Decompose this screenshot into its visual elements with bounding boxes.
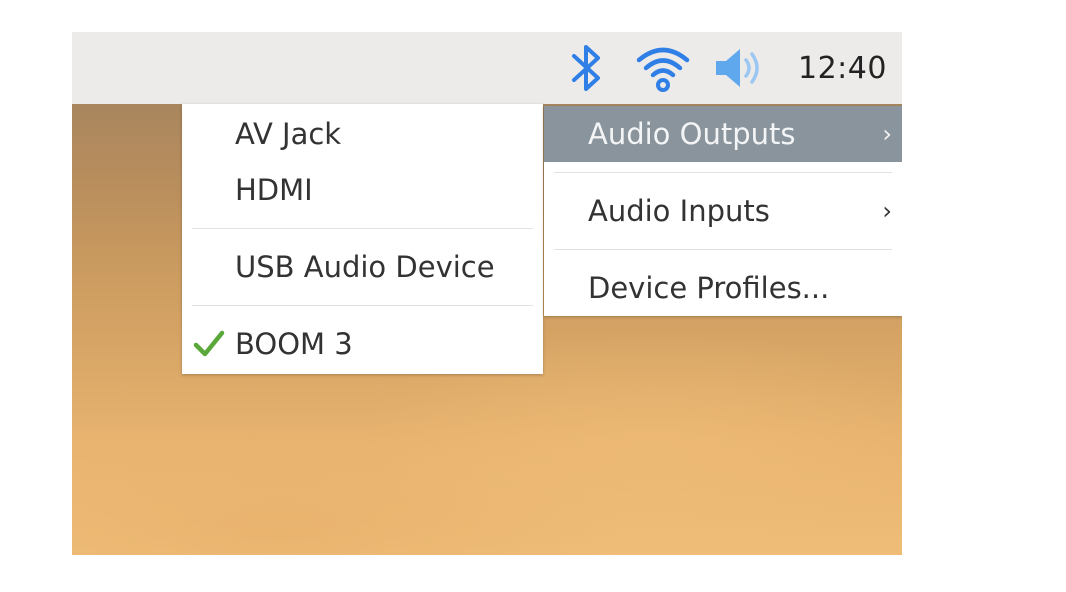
menu-item-boom-3[interactable]: BOOM 3: [182, 316, 543, 372]
volume-icon[interactable]: [710, 42, 770, 94]
menu-item-label: BOOM 3: [235, 327, 353, 361]
menu-item-label: Device Profiles...: [588, 271, 830, 305]
volume-icon-glyph: [716, 49, 759, 87]
bluetooth-icon[interactable]: [560, 42, 612, 94]
chevron-right-icon: ›: [882, 120, 892, 148]
screen: 12:40 AV Jack HDMI USB Audio Device BOOM…: [72, 32, 902, 555]
menu-separator: [554, 172, 892, 173]
menu-item-label: Audio Inputs: [588, 194, 770, 228]
menu-item-label: USB Audio Device: [235, 250, 495, 284]
wifi-icon-glyph: [636, 47, 690, 92]
menu-separator: [554, 249, 892, 250]
menu-item-usb-audio-device[interactable]: USB Audio Device: [182, 239, 543, 295]
audio-outputs-submenu: AV Jack HDMI USB Audio Device BOOM 3: [182, 104, 543, 374]
clock[interactable]: 12:40: [798, 51, 887, 86]
wifi-icon[interactable]: [634, 42, 692, 94]
checkmark-icon: [193, 330, 225, 357]
menu-item-audio-inputs[interactable]: Audio Inputs ›: [544, 183, 902, 239]
bluetooth-icon-glyph: [572, 45, 600, 91]
sound-menu: Audio Outputs › Audio Inputs › Device Pr…: [544, 106, 902, 316]
menu-item-av-jack[interactable]: AV Jack: [182, 106, 543, 162]
menu-separator: [192, 228, 533, 229]
menu-item-label: AV Jack: [235, 117, 342, 151]
menu-item-device-profiles[interactable]: Device Profiles...: [544, 260, 902, 316]
menu-separator: [192, 305, 533, 306]
chevron-right-icon: ›: [882, 197, 892, 225]
menu-item-audio-outputs[interactable]: Audio Outputs ›: [544, 106, 902, 162]
menu-item-label: HDMI: [235, 173, 313, 207]
taskbar: 12:40: [72, 32, 902, 104]
menu-item-label: Audio Outputs: [588, 117, 796, 151]
menu-item-hdmi[interactable]: HDMI: [182, 162, 543, 218]
